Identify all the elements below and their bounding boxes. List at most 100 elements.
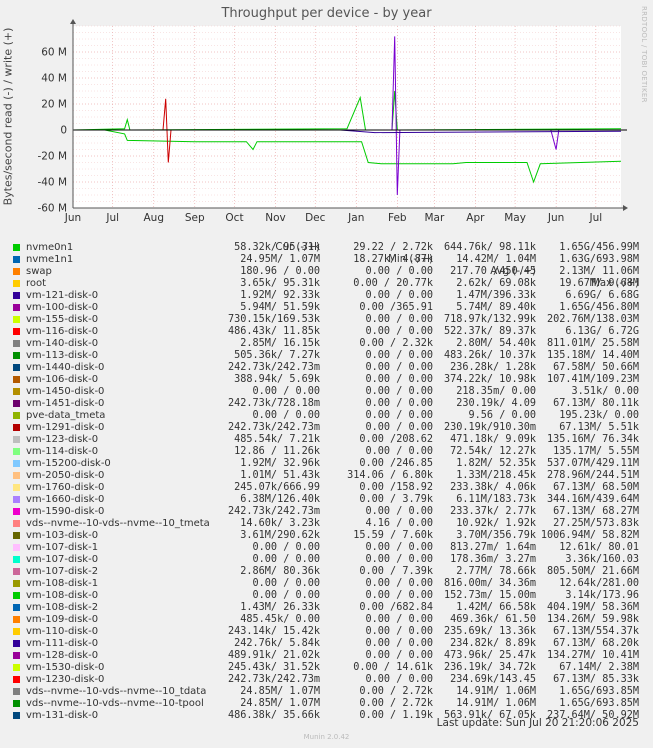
legend-name: vm-1450-disk-0 — [26, 386, 105, 397]
legend-cur: 0.00 / 0.00 — [252, 542, 320, 553]
legend-min: 0.00 / 0.00 — [365, 422, 433, 433]
legend-avg: 234.82k/ 8.89k — [450, 638, 536, 649]
legend-min: 15.59 / 7.60k — [353, 530, 433, 541]
legend-cur: 505.36k/ 7.27k — [234, 350, 320, 361]
legend-name: vm-15200-disk-0 — [26, 458, 111, 469]
legend-min: 29.22 / 2.72k — [353, 242, 433, 253]
legend-max: 537.07M/429.11M — [546, 458, 639, 469]
legend-max: 67.13M/ 68.50M — [553, 482, 639, 493]
legend-min: 0.00 /158.92 — [359, 482, 433, 493]
legend-row: vds--nvme--10-vds--nvme--10-tpool 24.85M/… — [12, 698, 642, 710]
legend-name: vm-1530-disk-0 — [26, 662, 105, 673]
legend-min: 0.00 / 0.00 — [365, 650, 433, 661]
legend-row: vm-155-disk-0 730.15k/169.53k 0.00 / 0.00 7… — [12, 314, 642, 326]
legend-avg: 235.69k/ 13.36k — [443, 626, 536, 637]
legend-name: pve-data_tmeta — [26, 410, 106, 421]
legend-max: 3.51k/ 0.00 — [571, 386, 639, 397]
legend-min: 0.00 / 0.00 — [365, 350, 433, 361]
legend-swatch — [13, 388, 20, 395]
legend-max: 2.13M/ 11.06M — [559, 266, 639, 277]
legend-row: vm-107-disk-1 0.00 / 0.00 0.00 / 0.00 813.2… — [12, 542, 642, 554]
legend-name: vm-113-disk-0 — [26, 350, 99, 361]
legend-avg: 816.00m/ 34.36m — [443, 578, 536, 589]
legend-cur: 242.73k/242.73m — [227, 422, 320, 433]
legend-max: 12.64k/281.00 — [559, 578, 639, 589]
legend-min: 0.00 /246.85 — [359, 458, 433, 469]
legend-min: 0.00 /208.62 — [359, 434, 433, 445]
legend-row: vm-109-disk-0 485.45k/ 0.00 0.00 / 0.00 469… — [12, 614, 642, 626]
legend-min: 0.00 / 3.79k — [359, 494, 433, 505]
munin-version: Munin 2.0.42 — [303, 733, 350, 741]
legend-avg: 218.35m/ 0.00 — [456, 386, 536, 397]
x-tick-label: Jun — [64, 212, 81, 224]
legend-swatch — [13, 628, 20, 635]
legend-header: Cur (-/+) Min (-/+) Avg (-/+) Max (-/+) — [12, 230, 642, 289]
legend-min: 4.16 / 0.00 — [365, 518, 433, 529]
legend-max: 1.65G/693.85M — [559, 686, 639, 697]
legend-row: vm-107-disk-0 0.00 / 0.00 0.00 / 0.00 178.3… — [12, 554, 642, 566]
legend-max: 27.25M/573.83k — [553, 518, 639, 529]
legend-cur: 0.00 / 0.00 — [252, 590, 320, 601]
y-tick-label: 20 M — [41, 99, 67, 111]
legend-max: 195.23k/ 0.00 — [559, 410, 639, 421]
x-tick-label: Dec — [305, 212, 326, 224]
legend-row: vds--nvme--10-vds--nvme--10_tdata 24.85M/… — [12, 686, 642, 698]
legend-avg: 1.82M/ 52.35k — [456, 458, 536, 469]
legend-avg: 1.42M/ 66.58k — [456, 602, 536, 613]
legend-cur: 12.86 / 11.26k — [234, 446, 320, 457]
legend-name: vm-121-disk-0 — [26, 290, 99, 301]
legend-swatch — [13, 556, 20, 563]
x-axis-arrow — [623, 205, 628, 211]
legend-avg: 1.33M/218.45k — [456, 470, 536, 481]
legend-max: 67.13M/ 68.20k — [553, 638, 639, 649]
legend-min: 0.00 / 0.00 — [365, 578, 433, 589]
legend-cur: 2.86M/ 80.36k — [240, 566, 320, 577]
legend-swatch — [13, 292, 20, 299]
legend-cur: 485.45k/ 0.00 — [240, 614, 320, 625]
legend-avg: 374.22k/ 10.98k — [443, 374, 536, 385]
legend-row: vm-140-disk-0 2.85M/ 16.15k 0.00 / 2.32k 2.… — [12, 338, 642, 350]
legend-swatch — [13, 664, 20, 671]
legend-cur: 24.85M/ 1.07M — [240, 698, 320, 709]
legend-swatch — [13, 364, 20, 371]
legend-row: vm-128-disk-0 489.91k/ 21.02k 0.00 / 0.00 4… — [12, 650, 642, 662]
legend-avg: 234.69k/143.45 — [450, 674, 536, 685]
legend-min: 0.00 / 0.00 — [365, 638, 433, 649]
legend-cur: 242.73k/242.73m — [227, 674, 320, 685]
legend-cur: 14.60k/ 3.23k — [240, 518, 320, 529]
legend-avg: 14.91M/ 1.06M — [456, 698, 536, 709]
legend-name: vm-140-disk-0 — [26, 338, 99, 349]
legend-min: 0.00 / 2.32k — [359, 338, 433, 349]
legend-min: 0.00 / 7.39k — [359, 566, 433, 577]
legend-name: vm-1291-disk-0 — [26, 422, 105, 433]
legend-swatch — [13, 496, 20, 503]
legend-name: vm-107-disk-0 — [26, 554, 99, 565]
legend-swatch — [13, 424, 20, 431]
legend-row: vm-123-disk-0 485.54k/ 7.21k 0.00 /208.62 4… — [12, 434, 642, 446]
legend-avg: 2.77M/ 78.66k — [456, 566, 536, 577]
legend-table: Cur (-/+) Min (-/+) Avg (-/+) Max (-/+) … — [12, 230, 642, 722]
legend-swatch — [13, 280, 20, 287]
legend-cur: 0.00 / 0.00 — [252, 386, 320, 397]
legend-max: 107.41M/109.23M — [546, 374, 639, 385]
legend-swatch — [13, 412, 20, 419]
y-tick-label: 40 M — [41, 73, 67, 85]
legend-swatch — [13, 472, 20, 479]
x-tick-label: Jul — [105, 212, 119, 224]
legend-name: vds--nvme--10-vds--nvme--10_tdata — [26, 686, 207, 697]
legend-max: 3.36k/160.03 — [565, 554, 639, 565]
legend-avg: 6.11M/183.73k — [456, 494, 536, 505]
legend-max: 805.50M/ 21.66M — [546, 566, 639, 577]
legend-rows: nvme0n1 58.32k/ 95.31k 29.22 / 2.72k 644.76… — [12, 242, 642, 722]
legend-name: vm-106-disk-0 — [26, 374, 99, 385]
legend-name: root — [26, 278, 47, 289]
legend-cur: 485.54k/ 7.21k — [234, 434, 320, 445]
legend-swatch — [13, 268, 20, 275]
legend-cur: 489.91k/ 21.02k — [227, 650, 320, 661]
legend-max: 67.58M/ 50.66M — [553, 362, 639, 373]
y-tick-label: -60 M — [37, 203, 67, 215]
legend-name: vm-116-disk-0 — [26, 326, 99, 337]
legend-row: vm-111-disk-0 242.76k/ 5.84k 0.00 / 0.00 23… — [12, 638, 642, 650]
legend-max: 811.01M/ 25.58M — [546, 338, 639, 349]
legend-swatch — [13, 304, 20, 311]
